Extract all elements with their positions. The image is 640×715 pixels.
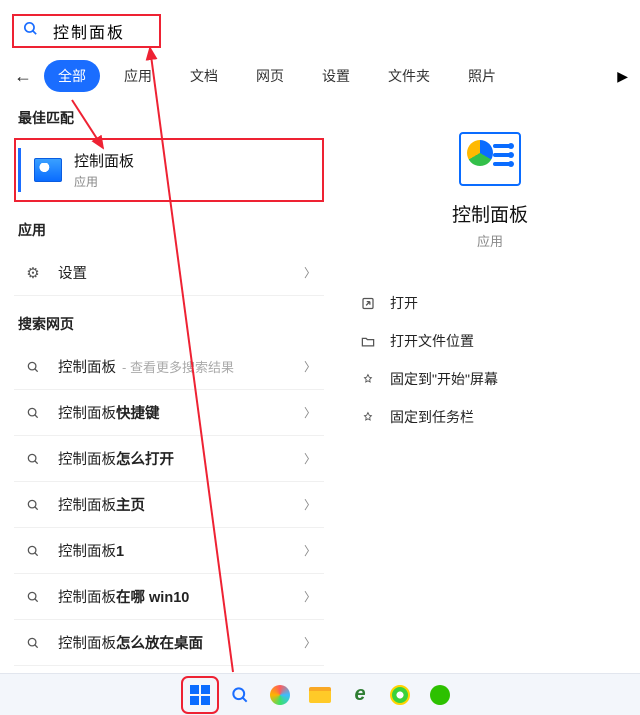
web-result-item[interactable]: 控制面板主页 〉 xyxy=(14,482,324,528)
tab-settings[interactable]: 设置 xyxy=(308,60,364,92)
search-icon xyxy=(22,406,44,420)
web-result-text: 控制面板主页 xyxy=(58,494,145,515)
search-input[interactable] xyxy=(51,21,151,41)
best-match-subtitle: 应用 xyxy=(74,173,134,190)
chevron-right-icon: 〉 xyxy=(304,634,316,651)
section-web: 搜索网页 xyxy=(18,314,324,334)
section-best-match: 最佳匹配 xyxy=(18,108,324,128)
folder-icon xyxy=(360,334,376,349)
detail-action-label: 固定到任务栏 xyxy=(390,407,474,427)
browser-icon xyxy=(270,685,290,705)
web-result-text: 控制面板怎么打开 xyxy=(58,448,174,469)
search-icon xyxy=(22,452,44,466)
detail-action[interactable]: 固定到任务栏 xyxy=(356,398,626,436)
web-result-item[interactable]: 控制面板怎么放在桌面 〉 xyxy=(14,620,324,666)
best-match-title: 控制面板 xyxy=(74,150,134,171)
web-result-text: 控制面板 xyxy=(58,356,116,377)
search-icon xyxy=(22,636,44,650)
search-box[interactable] xyxy=(12,14,161,48)
chevron-right-icon: 〉 xyxy=(304,588,316,605)
chevron-right-icon: 〉 xyxy=(304,358,316,375)
taskbar-app-browser[interactable] xyxy=(264,679,296,711)
wechat-icon xyxy=(430,685,450,705)
search-icon xyxy=(22,498,44,512)
taskbar-app-ie[interactable]: e xyxy=(344,679,376,711)
chevron-right-icon: 〉 xyxy=(304,450,316,467)
tab-folders[interactable]: 文件夹 xyxy=(374,60,444,92)
web-result-text: 控制面板怎么放在桌面 xyxy=(58,632,203,653)
e-icon: e xyxy=(354,683,365,706)
taskbar-start-button[interactable] xyxy=(184,679,216,711)
gear-icon: ⚙ xyxy=(22,264,44,282)
web-result-suffix: - 查看更多搜索结果 xyxy=(122,357,234,376)
web-result-text: 控制面板在哪 win10 xyxy=(58,586,189,607)
app-item-label: 设置 xyxy=(58,262,87,283)
web-result-item[interactable]: 控制面板1 〉 xyxy=(14,528,324,574)
taskbar-search-button[interactable] xyxy=(224,679,256,711)
web-result-item[interactable]: 控制面板怎么打开 〉 xyxy=(14,436,324,482)
chevron-right-icon: 〉 xyxy=(304,542,316,559)
taskbar-app-wechat[interactable] xyxy=(424,679,456,711)
search-icon xyxy=(22,544,44,558)
best-match-item[interactable]: 控制面板 应用 xyxy=(14,138,324,202)
search-icon xyxy=(230,685,250,705)
chevron-right-icon: 〉 xyxy=(304,264,316,281)
detail-action[interactable]: 打开 xyxy=(356,284,626,322)
search-icon xyxy=(22,20,39,42)
detail-action[interactable]: 固定到"开始"屏幕 xyxy=(356,360,626,398)
pin-icon xyxy=(360,410,376,425)
shield-icon xyxy=(390,685,410,705)
tab-apps[interactable]: 应用 xyxy=(110,60,166,92)
control-panel-icon-large xyxy=(459,132,521,186)
tab-photos[interactable]: 照片 xyxy=(454,60,510,92)
folder-icon xyxy=(309,687,331,703)
app-item-settings[interactable]: ⚙ 设置 〉 xyxy=(14,250,324,296)
detail-action-label: 打开文件位置 xyxy=(390,331,474,351)
web-result-item[interactable]: 控制面板 - 查看更多搜索结果 〉 xyxy=(14,344,324,390)
detail-title: 控制面板 xyxy=(354,200,626,227)
detail-action-label: 固定到"开始"屏幕 xyxy=(390,369,498,389)
search-icon xyxy=(22,360,44,374)
control-panel-icon xyxy=(34,158,62,182)
chevron-right-icon: 〉 xyxy=(304,404,316,421)
taskbar: e xyxy=(0,673,640,715)
tab-web[interactable]: 网页 xyxy=(242,60,298,92)
web-result-text: 控制面板快捷键 xyxy=(58,402,160,423)
web-result-text: 控制面板1 xyxy=(58,540,124,561)
pin-icon xyxy=(360,372,376,387)
web-result-item[interactable]: 控制面板快捷键 〉 xyxy=(14,390,324,436)
tab-all[interactable]: 全部 xyxy=(44,60,100,92)
detail-subtitle: 应用 xyxy=(354,231,626,250)
web-result-item[interactable]: 控制面板在哪 win10 〉 xyxy=(14,574,324,620)
open-icon xyxy=(360,296,376,311)
taskbar-app-360[interactable] xyxy=(384,679,416,711)
detail-action-label: 打开 xyxy=(390,293,418,313)
windows-logo-icon xyxy=(190,685,210,705)
section-apps: 应用 xyxy=(18,220,324,240)
tab-docs[interactable]: 文档 xyxy=(176,60,232,92)
search-icon xyxy=(22,590,44,604)
detail-action[interactable]: 打开文件位置 xyxy=(356,322,626,360)
chevron-right-icon: 〉 xyxy=(304,496,316,513)
back-button[interactable]: ← xyxy=(14,66,32,87)
taskbar-app-explorer[interactable] xyxy=(304,679,336,711)
tabs-overflow[interactable]: ▶ xyxy=(617,68,628,85)
